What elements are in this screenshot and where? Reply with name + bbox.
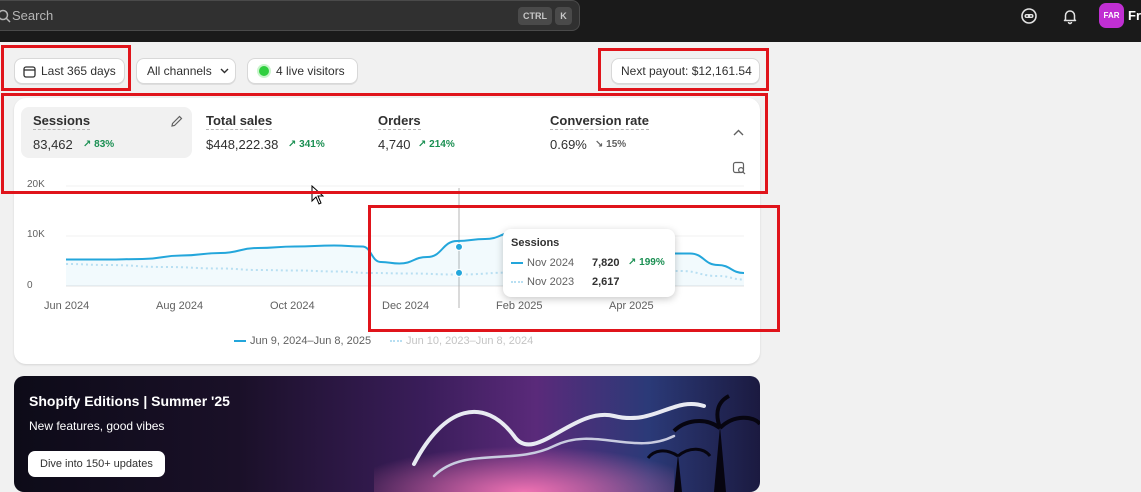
shortcut-ctrl-key: CTRL: [518, 7, 552, 25]
legend-label: Jun 9, 2024–Jun 8, 2025: [250, 335, 372, 347]
search-input[interactable]: Search CTRL K: [0, 0, 580, 31]
chevron-down-icon: [220, 68, 229, 74]
x-tick-label: Oct 2024: [270, 300, 315, 312]
legend-swatch: [390, 340, 402, 343]
user-avatar[interactable]: FAR: [1099, 3, 1124, 28]
x-tick-label: Jun 2024: [44, 300, 90, 312]
live-indicator-icon: [259, 66, 269, 76]
sidekick-icon[interactable]: [1020, 7, 1038, 25]
editions-banner: Shopify Editions | Summer '25 New featur…: [14, 376, 760, 492]
live-visitors-label: 4 live visitors: [276, 64, 345, 78]
notification-bell-icon[interactable]: [1061, 7, 1079, 25]
live-visitors-button[interactable]: 4 live visitors: [247, 58, 358, 84]
search-placeholder: Search: [12, 8, 54, 23]
store-name[interactable]: Fra: [1128, 8, 1141, 23]
legend-current[interactable]: Jun 9, 2024–Jun 8, 2025: [234, 335, 371, 347]
x-tick-label: Aug 2024: [156, 300, 204, 312]
annotation-highlight-date-range: [1, 45, 131, 91]
banner-subtitle: New features, good vibes: [29, 419, 165, 433]
banner-title: Shopify Editions | Summer '25: [29, 393, 230, 409]
legend-label: Jun 10, 2023–Jun 8, 2024: [406, 335, 534, 347]
channels-dropdown[interactable]: All channels: [136, 58, 236, 84]
legend-swatch: [234, 340, 246, 343]
annotation-highlight-payout: [598, 48, 769, 91]
top-bar: Search CTRL K FAR Fra: [0, 0, 1141, 42]
annotation-highlight-metrics: [1, 93, 768, 194]
channels-label: All channels: [147, 64, 212, 78]
search-icon: [0, 9, 11, 23]
legend-previous[interactable]: Jun 10, 2023–Jun 8, 2024: [390, 335, 533, 347]
annotation-highlight-tooltip: [368, 205, 780, 332]
shortcut-k-key: K: [555, 7, 572, 25]
dive-into-updates-button[interactable]: Dive into 150+ updates: [28, 451, 165, 477]
